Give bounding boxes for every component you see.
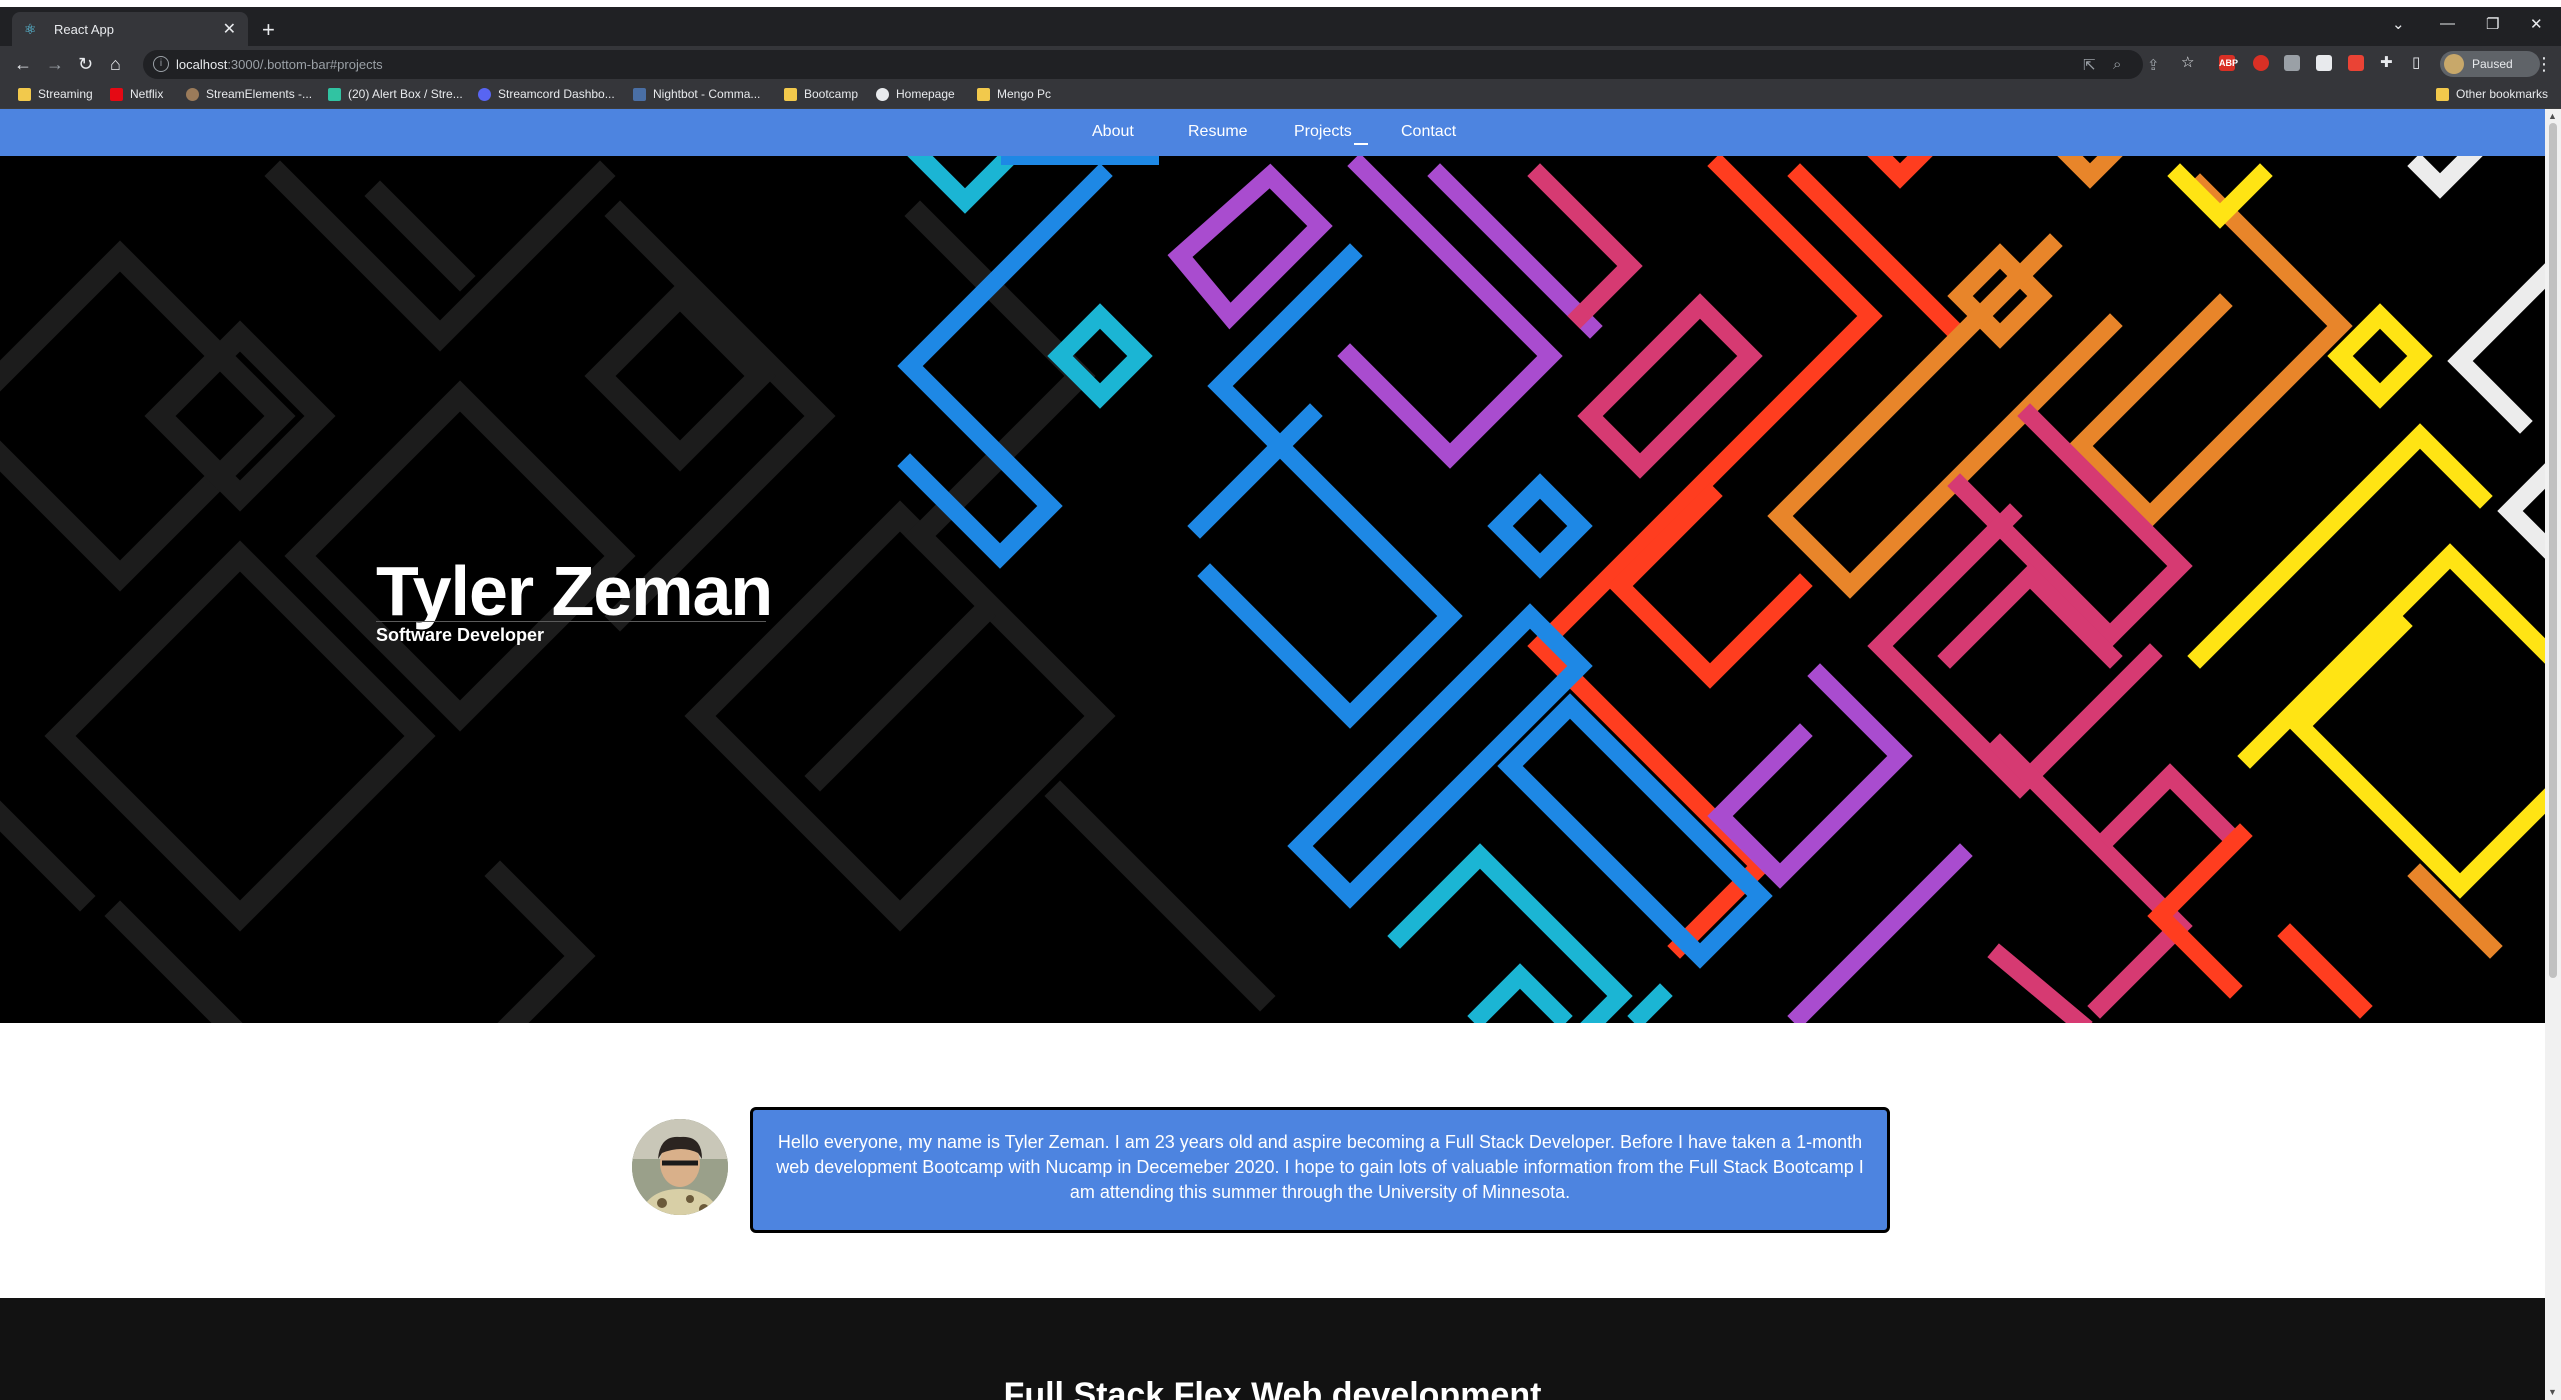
projects-heading: Full Stack Flex Web development — [1003, 1376, 1542, 1400]
bookmarks-bar: Streaming Netflix StreamElements -... (2… — [0, 83, 2561, 109]
nav-resume-link[interactable]: Resume — [1188, 123, 1248, 141]
bookmark-item[interactable]: StreamElements -... — [186, 87, 312, 101]
active-nav-underline — [1354, 143, 1368, 145]
bookmark-star-icon[interactable]: ☆ — [2181, 53, 2194, 71]
bookmark-item[interactable]: Streamcord Dashbo... — [478, 87, 615, 101]
scroll-down-icon[interactable]: ▼ — [2548, 1387, 2557, 1397]
page-scrollbar[interactable]: ▲ ▼ — [2545, 109, 2561, 1400]
share-icon[interactable]: ⇪ — [2147, 56, 2160, 74]
site-navbar: About Resume Projects Contact — [0, 109, 2545, 156]
folder-icon — [18, 87, 31, 101]
netflix-icon — [110, 87, 123, 101]
open-in-app-icon[interactable]: ⇱ — [2083, 56, 2096, 74]
bio-card: Hello everyone, my name is Tyler Zeman. … — [750, 1107, 1890, 1233]
hero-name: Tyler Zeman — [376, 552, 773, 630]
extension-red-icon[interactable] — [2253, 55, 2269, 71]
tab-title: React App — [54, 21, 114, 37]
profile-photo-image — [632, 1119, 728, 1215]
hero-divider — [376, 621, 766, 622]
minimize-icon[interactable]: — — [2440, 15, 2455, 32]
tab-search-chevron-icon[interactable]: ⌄ — [2392, 15, 2405, 33]
alertbox-icon — [328, 87, 341, 101]
projects-section: Full Stack Flex Web development — [0, 1298, 2545, 1400]
extension-gray-icon[interactable] — [2284, 55, 2300, 71]
back-icon[interactable]: ← — [14, 54, 32, 74]
side-panel-icon[interactable]: ▯ — [2412, 53, 2420, 71]
reload-icon[interactable]: ↻ — [78, 54, 93, 74]
page-viewport: About Resume Projects Contact Tyler Zema… — [0, 109, 2545, 1400]
extension-orange-icon[interactable] — [2348, 55, 2364, 71]
nightbot-icon — [633, 87, 646, 101]
bookmark-item[interactable]: Nightbot - Comma... — [633, 87, 760, 101]
bookmark-item[interactable]: Bootcamp — [784, 87, 858, 101]
close-tab-icon[interactable]: ✕ — [223, 19, 236, 39]
restore-icon[interactable]: ❐ — [2486, 15, 2499, 33]
bookmark-item[interactable]: Netflix — [110, 87, 163, 101]
browser-menu-icon[interactable]: ⋮ — [2535, 54, 2553, 75]
close-window-icon[interactable]: ✕ — [2530, 15, 2543, 33]
extension-white-icon[interactable] — [2316, 55, 2332, 71]
bookmark-item[interactable]: (20) Alert Box / Stre... — [328, 87, 463, 101]
hero-subtitle: Software Developer — [376, 625, 545, 645]
hero-section: Tyler Zeman Software Developer — [0, 156, 2545, 1023]
streamelements-icon — [186, 87, 199, 101]
folder-icon — [977, 87, 990, 101]
tab-strip: ⚛ React App ✕ + ⌄ — ❐ ✕ — [0, 7, 2561, 46]
bookmark-item[interactable]: Homepage — [876, 87, 955, 101]
folder-icon — [2436, 87, 2449, 101]
scrollbar-thumb[interactable] — [2549, 123, 2557, 978]
browser-tab[interactable]: ⚛ React App ✕ — [12, 12, 248, 46]
profile-avatar — [2444, 54, 2464, 74]
react-favicon-icon: ⚛ — [24, 21, 37, 37]
browser-toolbar: ← → ↻ ⌂ i localhost:3000/.bottom-bar#pro… — [0, 46, 2561, 83]
site-info-icon[interactable]: i — [153, 56, 169, 72]
bookmark-item[interactable]: Streaming — [18, 87, 93, 101]
browser-window: ⚛ React App ✕ + ⌄ — ❐ ✕ ← → ↻ ⌂ i localh… — [0, 0, 2561, 1400]
address-bar[interactable]: i localhost:3000/.bottom-bar#projects ⇱ … — [143, 50, 2160, 79]
profile-status: Paused — [2472, 57, 2513, 71]
extensions-puzzle-icon[interactable]: ✚ — [2380, 53, 2393, 71]
zoom-icon[interactable]: ⌕ — [2113, 56, 2121, 73]
nav-contact-link[interactable]: Contact — [1401, 123, 1456, 141]
new-tab-icon[interactable]: + — [262, 19, 275, 41]
forward-icon[interactable]: → — [46, 54, 64, 74]
about-section: Hello everyone, my name is Tyler Zeman. … — [0, 1023, 2545, 1298]
title-strip — [0, 0, 2561, 7]
adblock-plus-icon[interactable]: ABP — [2219, 55, 2238, 71]
globe-icon — [876, 87, 889, 101]
nav-projects-link[interactable]: Projects — [1294, 123, 1352, 141]
bookmark-item[interactable]: Mengo Pc — [977, 87, 1051, 101]
profile-button[interactable]: Paused — [2440, 51, 2540, 77]
folder-icon — [784, 87, 797, 101]
url-text[interactable]: localhost:3000/.bottom-bar#projects — [176, 57, 383, 72]
scroll-up-icon[interactable]: ▲ — [2548, 111, 2557, 121]
profile-photo — [632, 1119, 728, 1215]
home-icon[interactable]: ⌂ — [110, 54, 121, 74]
nav-about-link[interactable]: About — [1092, 123, 1134, 141]
other-bookmarks[interactable]: Other bookmarks — [2436, 87, 2548, 101]
discord-icon — [478, 87, 491, 101]
